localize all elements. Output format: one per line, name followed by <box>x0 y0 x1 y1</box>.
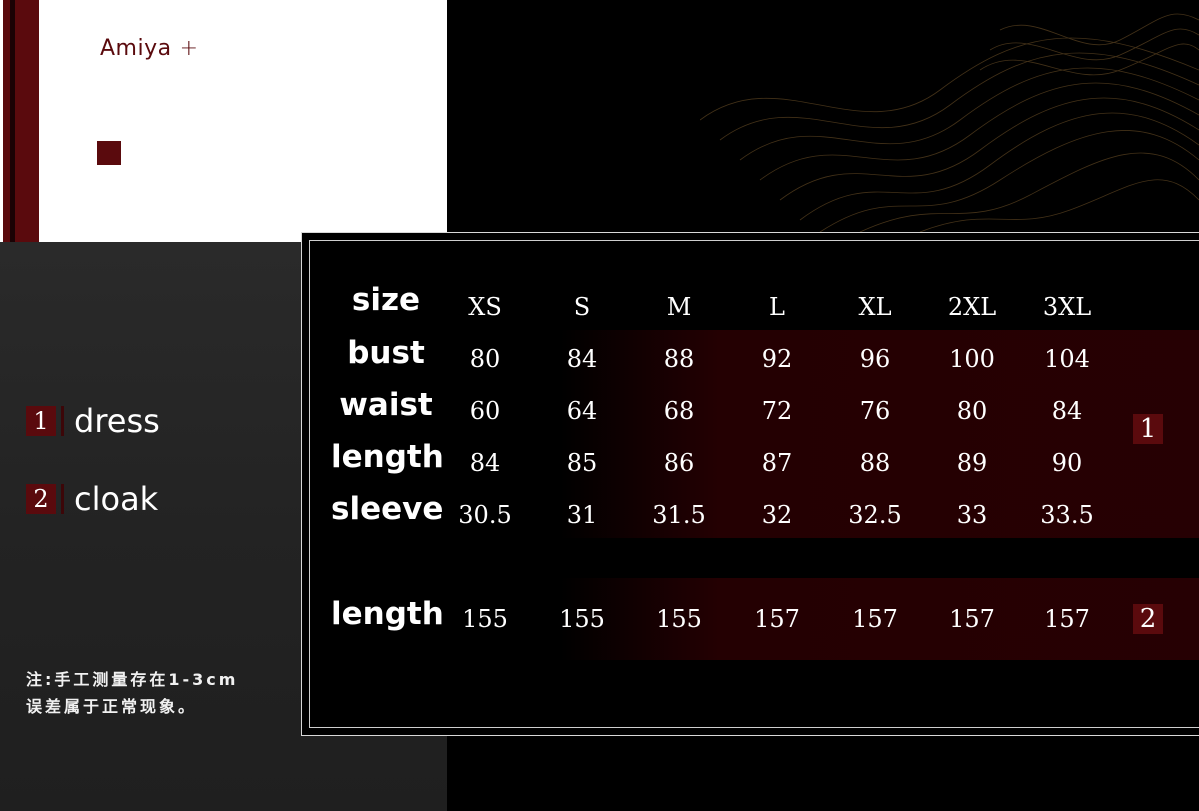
note-line-2: 误差属于正常现象。 <box>26 697 198 716</box>
table-cell: 80 <box>469 345 501 373</box>
row-label-waist: waist <box>339 387 433 423</box>
legend-divider <box>61 484 64 514</box>
table-cell: 157 <box>1044 605 1090 633</box>
group-marker-dress: 1 <box>1133 414 1163 444</box>
row-label-length: length <box>331 439 444 475</box>
table-cell: 157 <box>754 605 800 633</box>
table-cell: 60 <box>469 397 501 425</box>
legend-label: cloak <box>74 480 159 518</box>
size-header-xs: XS <box>468 293 502 321</box>
size-header-s: S <box>573 293 591 321</box>
table-cell: 32 <box>761 501 793 529</box>
row-label-sleeve: sleeve <box>331 491 444 527</box>
table-cell: 33.5 <box>1040 501 1094 529</box>
brand-plus-icon: + <box>179 36 199 61</box>
brand-name: Amiya <box>100 36 172 61</box>
table-cell: 87 <box>761 449 793 477</box>
table-cell: 76 <box>859 397 891 425</box>
wave-pattern <box>700 13 1199 232</box>
note-line-1: 注:手工测量存在1-3cm <box>26 670 239 689</box>
row-label-bust: bust <box>347 335 425 371</box>
table-cell: 30.5 <box>458 501 512 529</box>
row-label-size: size <box>351 282 421 318</box>
table-cell: 96 <box>859 345 891 373</box>
table-cell: 157 <box>852 605 898 633</box>
table-cell: 72 <box>761 397 793 425</box>
table-cell: 85 <box>566 449 598 477</box>
legend-item-dress: 1 dress <box>26 402 160 440</box>
legend-label: dress <box>74 402 160 440</box>
legend-number: 1 <box>26 406 56 436</box>
table-cell: 88 <box>859 449 891 477</box>
table-cell: 84 <box>1051 397 1083 425</box>
table-cell: 32.5 <box>848 501 902 529</box>
table-cell: 31 <box>566 501 598 529</box>
table-cell: 90 <box>1051 449 1083 477</box>
table-cell: 89 <box>956 449 988 477</box>
table-cell: 155 <box>656 605 702 633</box>
table-cell: 155 <box>462 605 508 633</box>
legend-item-cloak: 2 cloak <box>26 480 158 518</box>
table-cell: 33 <box>956 501 988 529</box>
table-cell: 84 <box>469 449 501 477</box>
table-cell: 88 <box>663 345 695 373</box>
row-label-cloak-length: length <box>331 596 444 632</box>
table-cell: 104 <box>1044 345 1090 373</box>
table-cell: 155 <box>559 605 605 633</box>
size-header-m: M <box>666 293 692 321</box>
header-panel <box>0 0 447 242</box>
brand-title: Amiya + <box>100 36 199 61</box>
decorative-square <box>97 141 121 165</box>
table-cell: 68 <box>663 397 695 425</box>
size-header-xl: XL <box>858 293 892 321</box>
legend-number: 2 <box>26 484 56 514</box>
measurement-note: 注:手工测量存在1-3cm 误差属于正常现象。 <box>26 666 238 720</box>
table-cell: 157 <box>949 605 995 633</box>
table-cell: 80 <box>956 397 988 425</box>
group-marker-cloak: 2 <box>1133 604 1163 634</box>
decorative-side-bar-stripe <box>10 0 15 266</box>
size-header-l: L <box>769 293 785 321</box>
table-cell: 100 <box>949 345 995 373</box>
size-header-3xl: 3XL <box>1042 293 1092 321</box>
table-cell: 86 <box>663 449 695 477</box>
table-cell: 64 <box>566 397 598 425</box>
legend-divider <box>61 406 64 436</box>
table-cell: 84 <box>566 345 598 373</box>
table-cell: 31.5 <box>652 501 706 529</box>
decorative-side-bar <box>3 0 39 266</box>
table-cell: 92 <box>761 345 793 373</box>
size-header-2xl: 2XL <box>947 293 997 321</box>
